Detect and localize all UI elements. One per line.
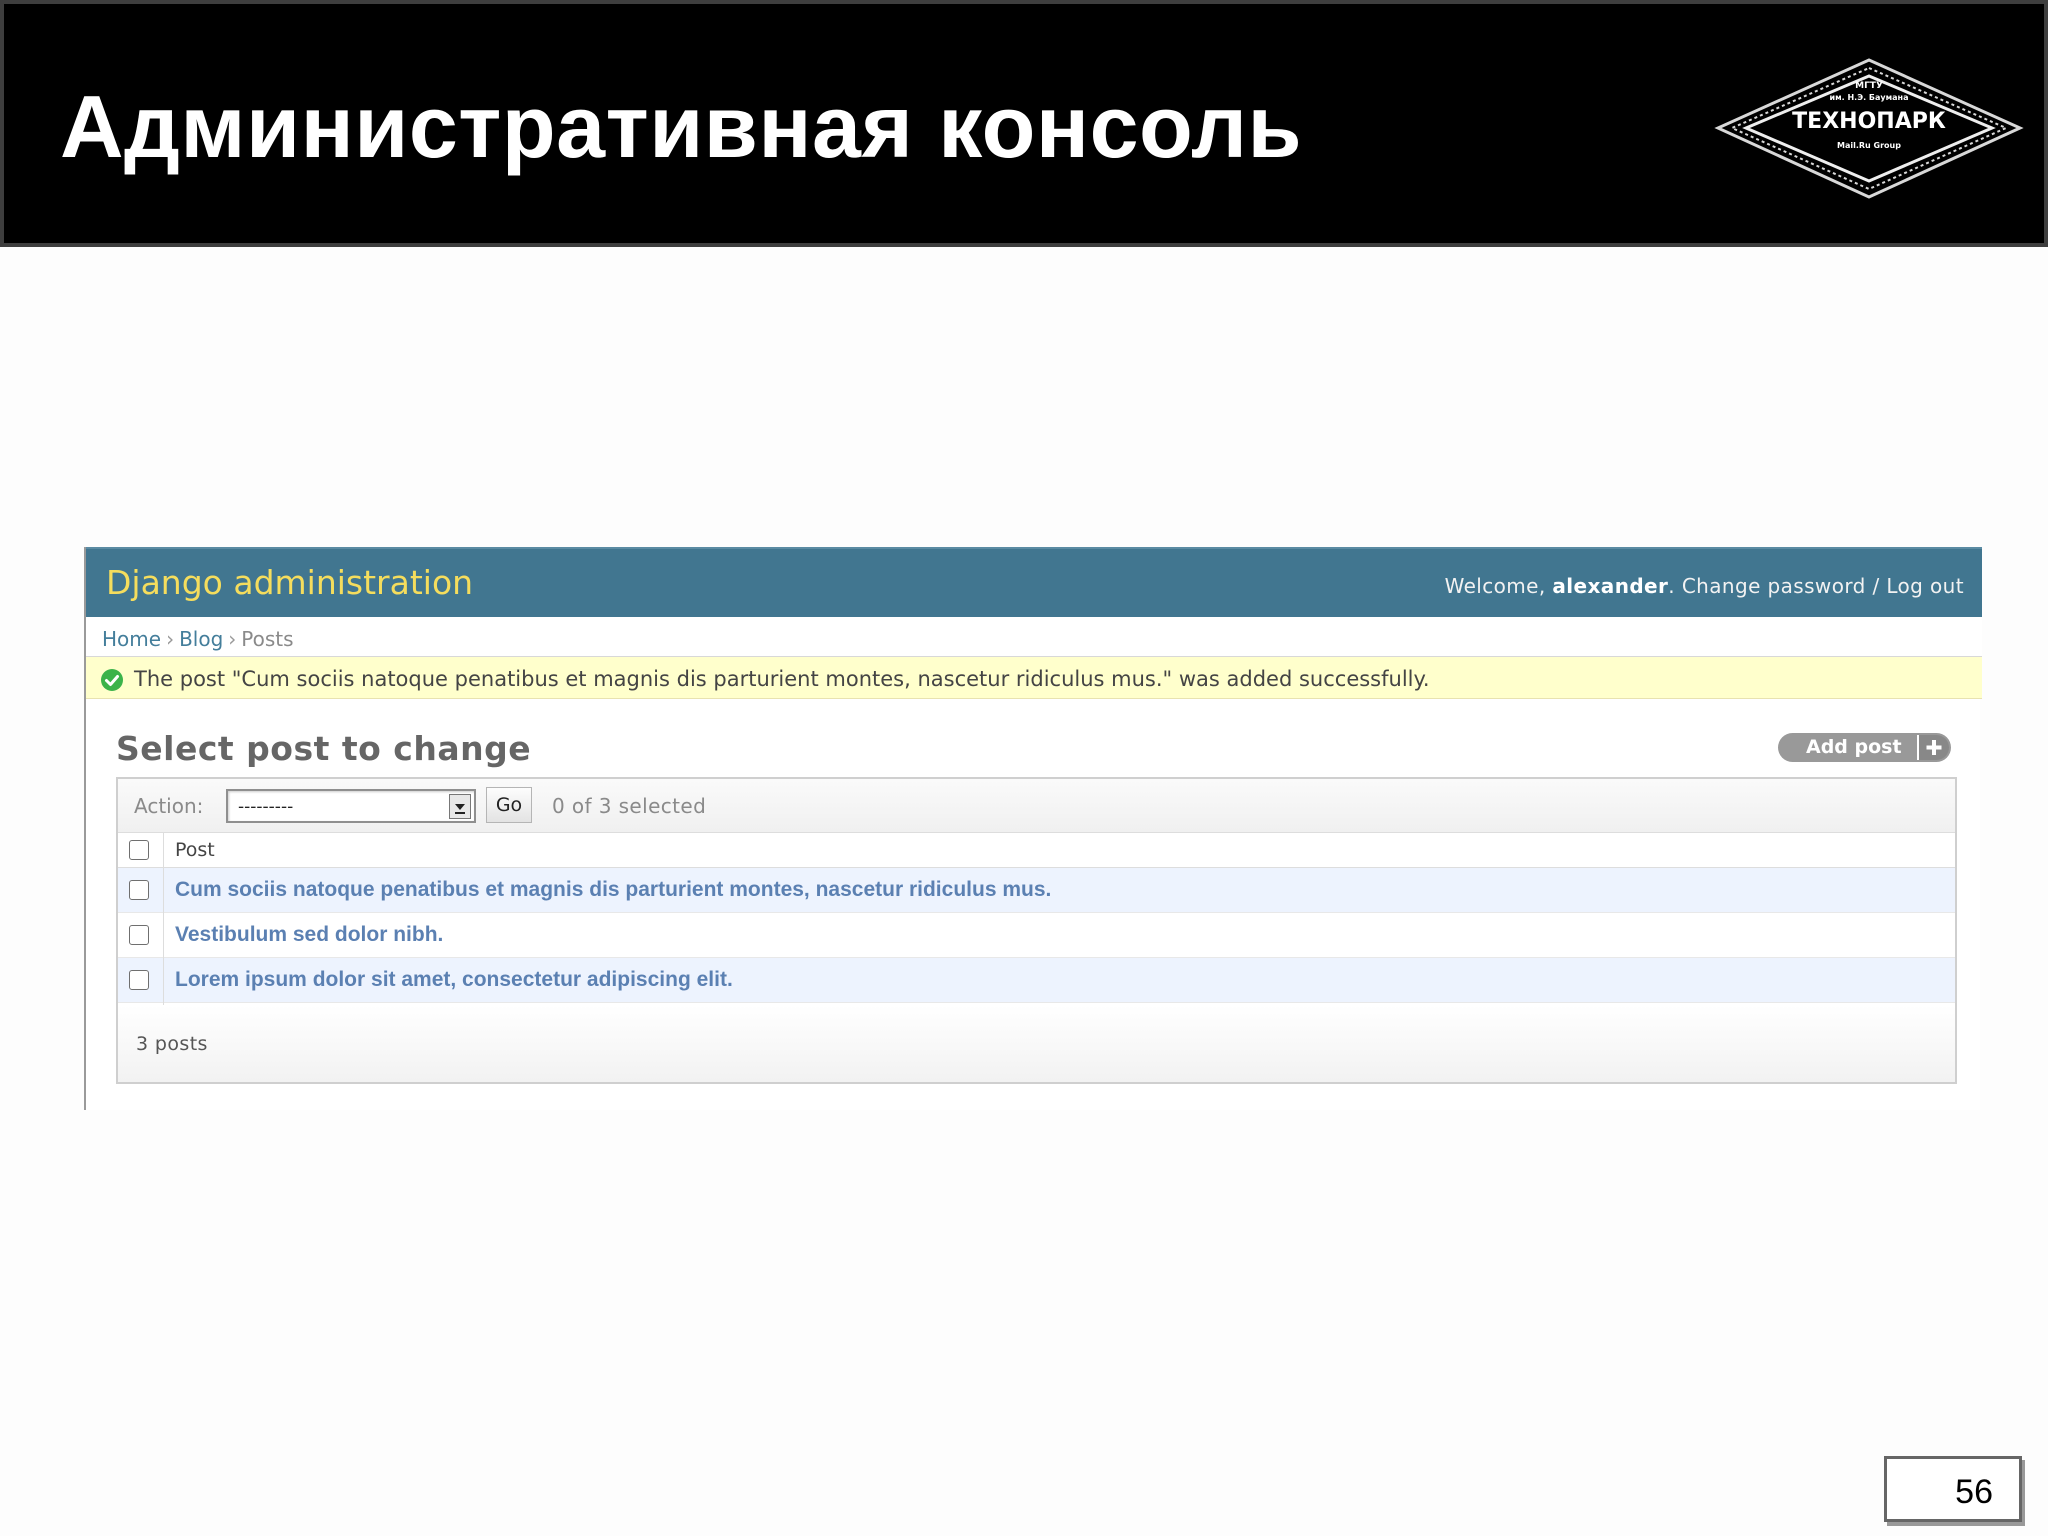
success-message-text: The post "Cum sociis natoque penatibus e… bbox=[134, 667, 1430, 691]
breadcrumb-home[interactable]: Home bbox=[102, 627, 161, 651]
change-password-link[interactable]: Change password bbox=[1682, 574, 1866, 598]
dropdown-arrow-icon bbox=[449, 794, 471, 819]
plus-icon bbox=[1917, 735, 1949, 760]
table-header: Post bbox=[118, 833, 1955, 868]
action-label: Action: bbox=[134, 794, 204, 818]
breadcrumb-separator: › bbox=[166, 627, 175, 651]
period: . bbox=[1668, 574, 1682, 598]
logo-line3: Mail.Ru Group bbox=[1837, 141, 1901, 150]
result-count: 3 posts bbox=[136, 1033, 208, 1055]
action-select[interactable]: --------- bbox=[226, 789, 476, 823]
changelist: Action: --------- Go 0 of 3 selected Pos… bbox=[116, 777, 1957, 1084]
action-select-value: --------- bbox=[238, 797, 294, 817]
username: alexander bbox=[1552, 574, 1669, 598]
logo-line1: МГТУ bbox=[1855, 81, 1883, 91]
page-title: Select post to change bbox=[116, 729, 532, 768]
success-message: The post "Cum sociis natoque penatibus e… bbox=[86, 657, 1982, 699]
post-link[interactable]: Cum sociis natoque penatibus et magnis d… bbox=[175, 878, 1051, 902]
row-checkbox[interactable] bbox=[129, 970, 149, 990]
add-post-label: Add post bbox=[1806, 736, 1902, 758]
logo-line2: им. Н.Э. Баумана bbox=[1830, 93, 1909, 102]
breadcrumb-current: Posts bbox=[241, 627, 294, 651]
site-brand[interactable]: Django administration bbox=[106, 563, 473, 602]
user-tools: Welcome, alexander. Change password / Lo… bbox=[1445, 574, 1964, 598]
column-divider bbox=[163, 833, 164, 1005]
row-checkbox[interactable] bbox=[129, 925, 149, 945]
table-row: Vestibulum sed dolor nibh. bbox=[118, 913, 1955, 958]
select-all-checkbox[interactable] bbox=[129, 840, 149, 860]
logo-name: ТЕХНОПАРК bbox=[1792, 109, 1946, 134]
breadcrumb-blog[interactable]: Blog bbox=[179, 627, 223, 651]
table-row: Cum sociis natoque penatibus et magnis d… bbox=[118, 868, 1955, 913]
technopark-logo: МГТУ им. Н.Э. Баумана ТЕХНОПАРК Mail.Ru … bbox=[1714, 58, 2024, 199]
slide-number: 56 bbox=[1884, 1456, 2022, 1522]
post-link[interactable]: Vestibulum sed dolor nibh. bbox=[175, 923, 443, 947]
go-button[interactable]: Go bbox=[486, 787, 532, 823]
admin-header: Django administration Welcome, alexander… bbox=[86, 547, 1982, 617]
post-link[interactable]: Lorem ipsum dolor sit amet, consectetur … bbox=[175, 968, 733, 992]
slide-title: Административная консоль bbox=[60, 77, 1303, 176]
slide-header: Административная консоль МГТУ им. Н.Э. Б… bbox=[0, 0, 2048, 247]
welcome-text: Welcome, bbox=[1444, 574, 1553, 598]
breadcrumb: Home › Blog › Posts bbox=[86, 617, 1982, 657]
column-header-post[interactable]: Post bbox=[175, 839, 215, 861]
table-row: Lorem ipsum dolor sit amet, consectetur … bbox=[118, 958, 1955, 1003]
logout-link[interactable]: Log out bbox=[1886, 574, 1964, 598]
user-tools-separator: / bbox=[1865, 574, 1887, 598]
paginator: 3 posts bbox=[118, 1005, 1955, 1082]
slide-number-text: 56 bbox=[1955, 1473, 1993, 1511]
selection-counter: 0 of 3 selected bbox=[552, 794, 707, 818]
django-admin-window: Django administration Welcome, alexander… bbox=[84, 547, 1982, 1110]
actions-bar: Action: --------- Go 0 of 3 selected bbox=[118, 779, 1955, 833]
add-post-button[interactable]: Add post bbox=[1778, 733, 1951, 762]
row-checkbox[interactable] bbox=[129, 880, 149, 900]
breadcrumb-separator: › bbox=[228, 627, 237, 651]
success-check-icon bbox=[101, 669, 123, 691]
